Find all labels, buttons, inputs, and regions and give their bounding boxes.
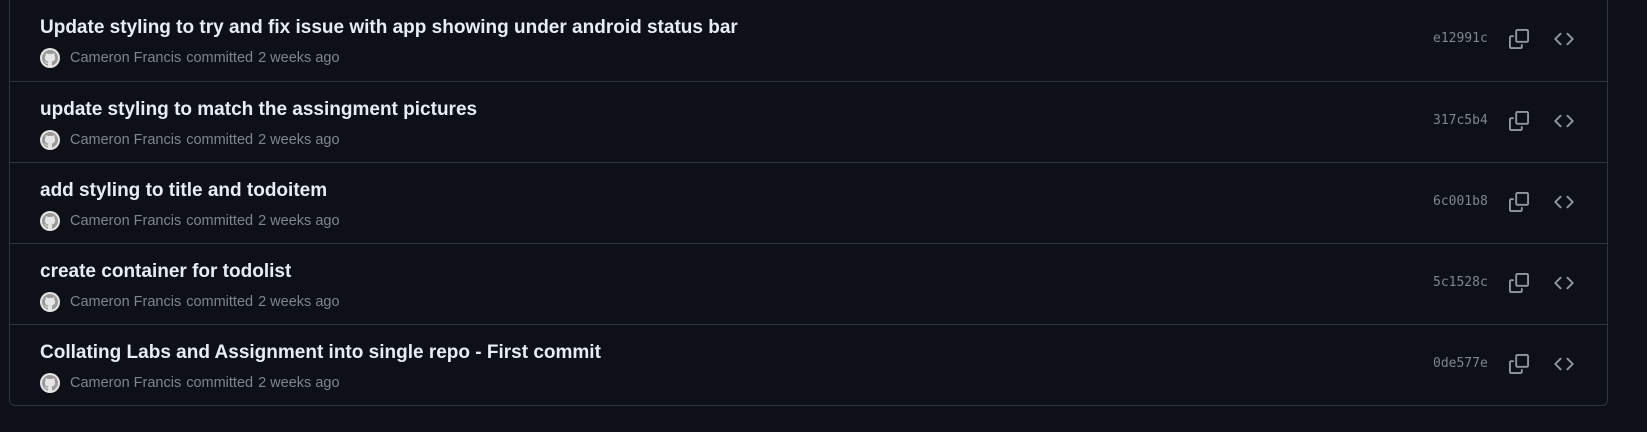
commit-sha-link[interactable]: 6c001b8 [1433,194,1488,209]
commit-action: committed [186,375,254,391]
copy-sha-button[interactable] [1506,270,1532,296]
commit-title-link[interactable]: create container for todolist [40,261,291,283]
commit-action: committed [186,50,254,66]
github-avatar-icon [42,213,58,229]
commit-sha-link[interactable]: 317c5b4 [1433,113,1488,128]
commit-time: 2 weeks ago [258,213,340,229]
browse-repo-button[interactable] [1551,108,1577,134]
browse-repo-button[interactable] [1551,26,1577,52]
avatar[interactable] [40,130,60,150]
commit-row: Update styling to try and fix issue with… [10,0,1607,81]
code-icon [1554,195,1574,209]
code-icon [1554,32,1574,46]
commit-sha-link[interactable]: e12991c [1433,31,1488,46]
avatar[interactable] [40,373,60,393]
copy-sha-button[interactable] [1506,189,1532,215]
commit-sha-link[interactable]: 5c1528c [1433,275,1488,290]
commit-time: 2 weeks ago [258,50,340,66]
commit-title-link[interactable]: Update styling to try and fix issue with… [40,17,738,39]
avatar[interactable] [40,48,60,68]
copy-icon [1509,273,1529,293]
commit-author[interactable]: Cameron Francis [70,132,181,148]
code-icon [1554,276,1574,290]
commit-meta: Cameron Francis committed 2 weeks ago [40,48,340,68]
commit-title-link[interactable]: Collating Labs and Assignment into singl… [40,342,601,364]
copy-icon [1509,111,1529,131]
commit-action: committed [186,294,254,310]
copy-icon [1509,192,1529,212]
commit-row: create container for todolist Cameron Fr… [10,243,1607,324]
code-icon [1554,114,1574,128]
commit-author[interactable]: Cameron Francis [70,294,181,310]
commit-action: committed [186,213,254,229]
commit-row: add styling to title and todoitem Camero… [10,162,1607,243]
commit-author[interactable]: Cameron Francis [70,213,181,229]
copy-icon [1509,354,1529,374]
copy-sha-button[interactable] [1506,26,1532,52]
copy-sha-button[interactable] [1506,351,1532,377]
commit-author[interactable]: Cameron Francis [70,50,181,66]
commit-sha-link[interactable]: 0de577e [1433,356,1488,371]
avatar[interactable] [40,292,60,312]
commit-row: Collating Labs and Assignment into singl… [10,324,1607,405]
commit-action: committed [186,132,254,148]
github-avatar-icon [42,375,58,391]
commit-time: 2 weeks ago [258,294,340,310]
commit-meta: Cameron Francis committed 2 weeks ago [40,130,340,150]
copy-sha-button[interactable] [1506,108,1532,134]
browse-repo-button[interactable] [1551,270,1577,296]
avatar[interactable] [40,211,60,231]
commit-row: update styling to match the assingment p… [10,81,1607,162]
commit-title-link[interactable]: update styling to match the assingment p… [40,99,477,121]
github-avatar-icon [42,132,58,148]
copy-icon [1509,29,1529,49]
commit-meta: Cameron Francis committed 2 weeks ago [40,373,340,393]
commit-list: Update styling to try and fix issue with… [9,0,1608,406]
commit-time: 2 weeks ago [258,375,340,391]
commit-meta: Cameron Francis committed 2 weeks ago [40,211,340,231]
github-avatar-icon [42,50,58,66]
commit-meta: Cameron Francis committed 2 weeks ago [40,292,340,312]
browse-repo-button[interactable] [1551,189,1577,215]
commit-author[interactable]: Cameron Francis [70,375,181,391]
code-icon [1554,357,1574,371]
commit-time: 2 weeks ago [258,132,340,148]
commit-title-link[interactable]: add styling to title and todoitem [40,180,327,202]
browse-repo-button[interactable] [1551,351,1577,377]
github-avatar-icon [42,294,58,310]
